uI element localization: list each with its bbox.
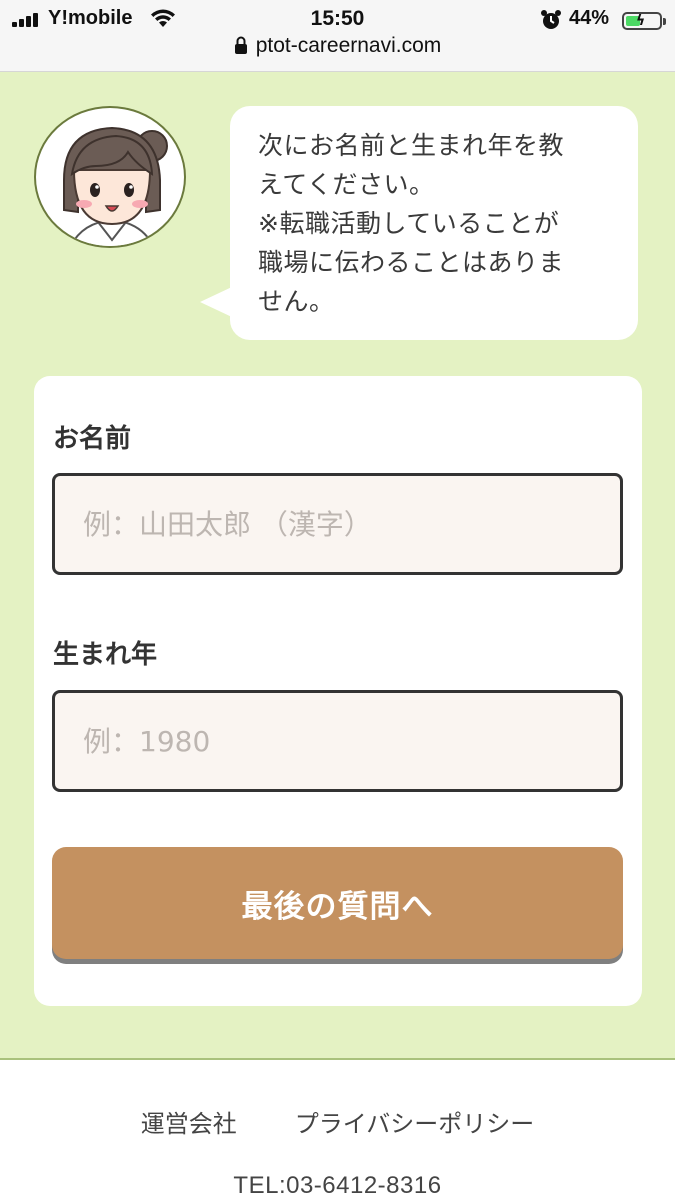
- name-label: お名前: [53, 424, 132, 454]
- birth-year-label: 生まれ年: [53, 640, 158, 670]
- nurse-character-avatar: [34, 106, 186, 248]
- assistant-speech-bubble: 次にお名前と生まれ年を教 えてください。 ※転職活動していることが 職場に伝わる…: [200, 106, 638, 340]
- url-text: ptot-careernavi.com: [255, 34, 442, 57]
- form-card: お名前 生まれ年 最後の質問へ: [34, 376, 642, 1006]
- birth-year-field[interactable]: [52, 690, 623, 792]
- lock-icon: [234, 36, 247, 54]
- chat-form-area: 次にお名前と生まれ年を教 えてください。 ※転職活動していることが 職場に伝わる…: [0, 72, 675, 1060]
- phone-number[interactable]: TEL:03-6412-8316: [0, 1172, 675, 1200]
- company-link[interactable]: 運営会社: [141, 1104, 237, 1139]
- assistant-message: 次にお名前と生まれ年を教 えてください。 ※転職活動していることが 職場に伝わる…: [258, 131, 565, 316]
- browser-status-bar: Y!mobile 15:50 44% ϟ ptot-careernavi.com: [0, 0, 675, 72]
- name-field[interactable]: [52, 473, 623, 575]
- birth-year-input[interactable]: [55, 693, 620, 789]
- privacy-policy-link[interactable]: プライバシーポリシー: [295, 1104, 535, 1139]
- battery-percent: 44%: [569, 7, 610, 29]
- address-bar[interactable]: ptot-careernavi.com: [0, 34, 675, 58]
- next-question-button[interactable]: 最後の質問へ: [52, 847, 623, 959]
- name-input[interactable]: [55, 476, 620, 572]
- battery-charging-icon: ϟ: [622, 12, 666, 30]
- alarm-icon: [541, 10, 561, 29]
- footer: 運営会社 プライバシーポリシー TEL:03-6412-8316: [0, 1062, 675, 1200]
